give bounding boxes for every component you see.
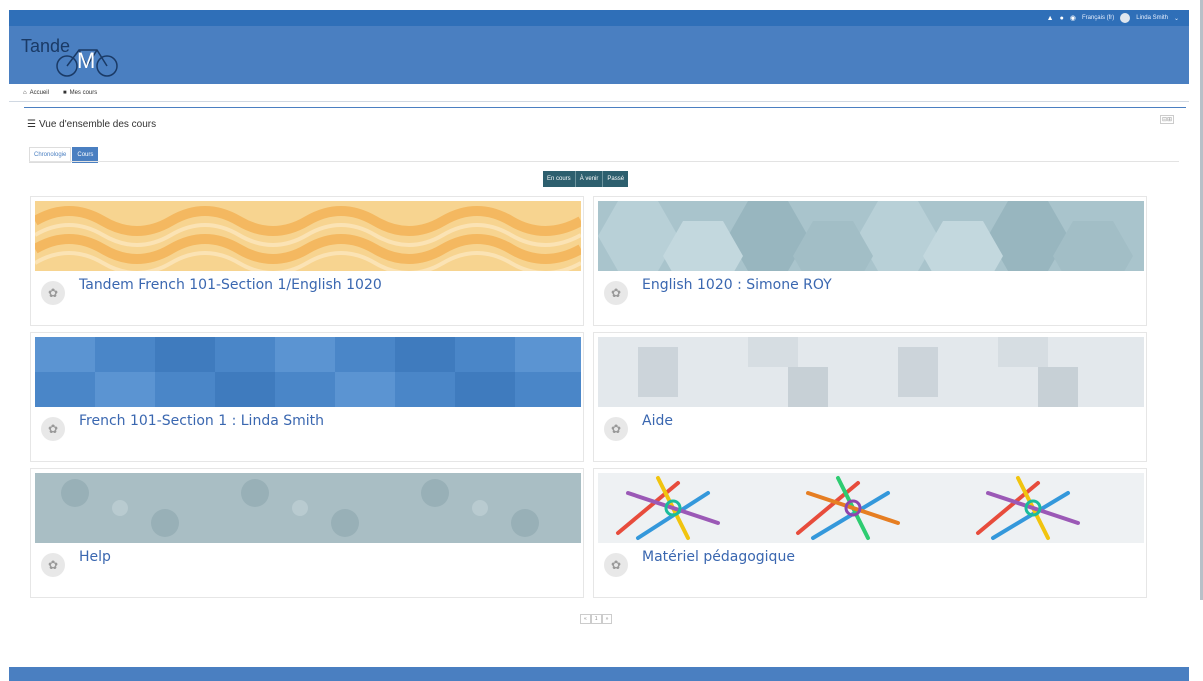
course-name-link[interactable]: Aide [642, 413, 673, 429]
block-control-icon[interactable]: ⊟⊞ [1160, 115, 1175, 124]
top-bar: ▲ ● ◉ Français (fr) Linda Smith ⌄ [9, 10, 1189, 26]
pagination: « 1 » [580, 614, 613, 624]
course-icon: ✿ [41, 553, 65, 577]
course-card[interactable]: ✿ English 1020 : Simone ROY [593, 196, 1147, 326]
course-icon: ✿ [41, 417, 65, 441]
nav-home[interactable]: ⌂ Accueil [23, 90, 49, 96]
nav-my-courses[interactable]: ■ Mes cours [63, 90, 97, 96]
course-banner[interactable] [35, 337, 581, 407]
course-card[interactable]: ✿ Aide [593, 332, 1147, 462]
nav-home-label: Accueil [29, 90, 49, 96]
course-icon: ✿ [604, 553, 628, 577]
globe-icon: ◉ [1069, 15, 1076, 22]
site-logo[interactable]: Tande M [19, 28, 139, 82]
briefcase-icon: ■ [62, 90, 67, 96]
course-banner[interactable] [598, 337, 1144, 407]
site-header: Tande M [9, 26, 1189, 84]
tabs-divider [29, 161, 1179, 162]
logo-text-left: Tande [21, 36, 70, 56]
pagination-current[interactable]: 1 [590, 614, 602, 624]
user-menu-area: ▲ ● ◉ Français (fr) Linda Smith ⌄ [1047, 10, 1179, 26]
course-card[interactable]: ✿ Help [30, 468, 584, 598]
nav-my-courses-label: Mes cours [69, 90, 98, 96]
course-name-link[interactable]: French 101-Section 1 : Linda Smith [79, 413, 324, 429]
bell-icon[interactable]: ▲ [1047, 15, 1054, 22]
filter-upcoming-button[interactable]: À venir [575, 171, 604, 187]
list-icon: ☰ [27, 119, 36, 130]
chevron-down-icon[interactable]: ⌄ [1174, 15, 1179, 22]
course-banner[interactable] [598, 473, 1144, 543]
language-selector[interactable]: Français (fr) [1082, 15, 1114, 21]
site-footer [9, 667, 1189, 681]
course-icon: ✿ [604, 417, 628, 441]
course-icon: ✿ [604, 281, 628, 305]
logo-text-m: M [77, 48, 95, 73]
user-name[interactable]: Linda Smith [1136, 15, 1168, 21]
course-card[interactable]: ✿ Tandem French 101-Section 1/English 10… [30, 196, 584, 326]
chat-icon[interactable]: ● [1060, 15, 1064, 22]
course-banner[interactable] [35, 201, 581, 271]
pagination-next[interactable]: » [601, 614, 613, 624]
avatar[interactable] [1120, 13, 1131, 23]
course-name-link[interactable]: English 1020 : Simone ROY [642, 277, 832, 293]
navbar: ⌂ Accueil ■ Mes cours [9, 85, 1189, 102]
divider [24, 107, 1186, 108]
course-name-link[interactable]: Matériel pédagogique [642, 549, 795, 565]
course-filter-group: En cours À venir Passé [543, 171, 629, 187]
course-banner[interactable] [35, 473, 581, 543]
course-icon: ✿ [41, 281, 65, 305]
filter-in-progress-button[interactable]: En cours [543, 171, 576, 187]
course-banner[interactable] [598, 201, 1144, 271]
course-card[interactable]: ✿ Matériel pédagogique [593, 468, 1147, 598]
block-header: ☰ Vue d'ensemble des cours [27, 119, 156, 130]
pagination-prev[interactable]: « [580, 614, 591, 624]
filter-past-button[interactable]: Passé [603, 171, 629, 187]
home-icon: ⌂ [23, 90, 27, 96]
course-card[interactable]: ✿ French 101-Section 1 : Linda Smith [30, 332, 584, 462]
block-title-text: Vue d'ensemble des cours [38, 119, 157, 130]
course-name-link[interactable]: Help [79, 549, 111, 565]
course-name-link[interactable]: Tandem French 101-Section 1/English 1020 [79, 277, 382, 293]
